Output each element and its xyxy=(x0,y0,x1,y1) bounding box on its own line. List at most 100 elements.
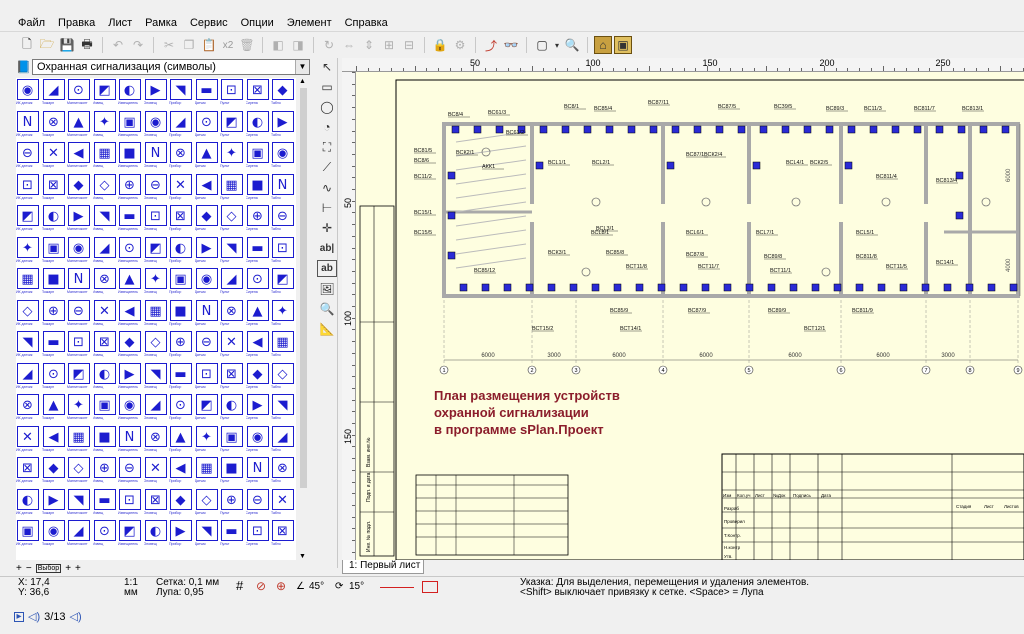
rotate-icon[interactable]: ↻ xyxy=(320,36,338,54)
symbol-item[interactable]: ⊠ Пожарн xyxy=(42,173,66,204)
symbol-item[interactable]: ◉ Извещатель xyxy=(118,393,142,424)
dimension-icon[interactable]: ⊢ xyxy=(317,199,337,216)
symbol-item[interactable]: ◇ Извещ xyxy=(93,173,117,204)
audio-icon[interactable]: ◁) xyxy=(28,610,40,623)
symbol-item[interactable]: ◩ Пульт xyxy=(220,110,244,141)
symbol-item[interactable]: ✦ Датчик xyxy=(195,425,219,456)
text-icon[interactable]: ab| xyxy=(317,240,337,257)
symbol-item[interactable]: ⊙ Прибор xyxy=(169,393,193,424)
play-icon[interactable]: ▸ xyxy=(14,611,24,622)
grid-icon[interactable]: # xyxy=(236,579,243,592)
symbol-item[interactable]: ✦ Оповещ xyxy=(144,267,168,298)
symbol-item[interactable]: ⊡ Магнитоконт xyxy=(67,330,91,361)
symbol-item[interactable]: ▦ ИК датчик xyxy=(16,267,40,298)
symbol-item[interactable]: ⊕ Пульт xyxy=(220,488,244,519)
text-frame-icon[interactable]: ab xyxy=(317,260,337,278)
symbol-item[interactable]: ▣ Сирена xyxy=(246,141,270,172)
symbol-item[interactable]: ⊗ Извещ xyxy=(93,267,117,298)
symbol-item[interactable]: ⊠ Прибор xyxy=(169,204,193,235)
symbol-item[interactable]: ◥ Табло xyxy=(271,393,295,424)
symbol-item[interactable]: ✕ Оповещ xyxy=(144,456,168,487)
rectangle-icon[interactable]: ▭ xyxy=(317,78,337,95)
symbol-item[interactable]: ◢ Магнитоконт xyxy=(67,519,91,550)
zoom-icon[interactable]: 🔍 xyxy=(563,36,581,54)
symbol-item[interactable]: N Магнитоконт xyxy=(67,267,91,298)
symbol-item[interactable]: ⊠ Табло xyxy=(271,519,295,550)
symbol-item[interactable]: ⊕ Прибор xyxy=(169,330,193,361)
symbol-item[interactable]: ◥ Датчик xyxy=(195,519,219,550)
palette-scrollbar[interactable]: ▲ ▼ xyxy=(298,78,308,560)
to-front-icon[interactable]: ◧ xyxy=(269,36,287,54)
symbol-item[interactable]: ⊕ Сирена xyxy=(246,204,270,235)
symbol-item[interactable]: ✕ Извещ xyxy=(93,299,117,330)
symbol-item[interactable]: ◆ Магнитоконт xyxy=(67,173,91,204)
symbol-item[interactable]: ⊡ Оповещ xyxy=(144,204,168,235)
symbol-item[interactable]: ◩ Магнитоконт xyxy=(67,362,91,393)
symbol-item[interactable]: N Табло xyxy=(271,173,295,204)
symbol-item[interactable]: ◆ Извещатель xyxy=(118,330,142,361)
symbol-item[interactable]: ⊙ Датчик xyxy=(195,110,219,141)
symbol-item[interactable]: ▶ Пожарн xyxy=(42,488,66,519)
symbol-item[interactable]: ▲ Прибор xyxy=(169,425,193,456)
symbol-item[interactable]: ▶ Прибор xyxy=(169,519,193,550)
select-mode-button[interactable]: Выбор xyxy=(35,563,62,573)
symbol-item[interactable]: ◐ Извещатель xyxy=(118,78,142,109)
symbol-item[interactable]: ✦ Магнитоконт xyxy=(67,393,91,424)
library-dropdown[interactable]: Охранная сигнализация (символы) ▼ xyxy=(32,58,310,75)
symbol-item[interactable]: ⊕ Извещ xyxy=(93,456,117,487)
symbol-item[interactable]: ✕ Табло xyxy=(271,488,295,519)
image-frame-icon[interactable]: ▣ xyxy=(614,36,632,54)
crosshair-icon[interactable]: ✛ xyxy=(317,220,337,237)
symbol-item[interactable]: ⊖ Датчик xyxy=(195,330,219,361)
symbol-item[interactable]: ◩ ИК датчик xyxy=(16,204,40,235)
mirror-v-icon[interactable]: ⇕ xyxy=(360,36,378,54)
pointer-icon[interactable]: ↖ xyxy=(317,58,337,75)
symbol-item[interactable]: ◩ Табло xyxy=(271,267,295,298)
symbol-item[interactable]: ◇ ИК датчик xyxy=(16,299,40,330)
arc-icon[interactable]: ◔ xyxy=(317,119,337,136)
symbol-item[interactable]: ⊙ Магнитоконт xyxy=(67,78,91,109)
symbol-item[interactable]: ◆ Прибор xyxy=(169,488,193,519)
symbol-item[interactable]: ◢ ИК датчик xyxy=(16,362,40,393)
symbol-item[interactable]: ▶ Оповещ xyxy=(144,78,168,109)
symbol-item[interactable]: ⊠ Сирена xyxy=(246,78,270,109)
symbol-item[interactable]: ■ Извещ xyxy=(93,425,117,456)
unlock-icon[interactable]: ⚙ xyxy=(451,36,469,54)
mirror-h-icon[interactable]: ⇔ xyxy=(340,36,358,54)
symbol-item[interactable]: ⊡ ИК датчик xyxy=(16,173,40,204)
symbol-item[interactable]: ▬ Датчик xyxy=(195,78,219,109)
symbol-item[interactable]: ◉ Датчик xyxy=(195,267,219,298)
symbol-item[interactable]: ◀ Извещатель xyxy=(118,299,142,330)
open-icon[interactable]: 🗁 xyxy=(38,36,56,54)
symbol-item[interactable]: ▦ Извещ xyxy=(93,141,117,172)
symbol-item[interactable]: ⊡ Извещатель xyxy=(118,488,142,519)
duplicate-button[interactable]: x2 xyxy=(220,36,236,54)
symbol-item[interactable]: ✕ Прибор xyxy=(169,173,193,204)
symbol-item[interactable]: ▶ Датчик xyxy=(195,236,219,267)
symbol-item[interactable]: ⊖ Извещатель xyxy=(118,456,142,487)
symbol-item[interactable]: ◢ Пожарн xyxy=(42,78,66,109)
symbol-item[interactable]: ⊖ Оповещ xyxy=(144,173,168,204)
symbol-item[interactable]: ⊗ Прибор xyxy=(169,141,193,172)
menu-item[interactable]: Правка xyxy=(58,17,95,29)
symbol-item[interactable]: ✦ Табло xyxy=(271,299,295,330)
symbol-item[interactable]: ◀ Магнитоконт xyxy=(67,141,91,172)
symbol-item[interactable]: ▦ Магнитоконт xyxy=(67,425,91,456)
scrollbar-thumb[interactable] xyxy=(300,88,307,488)
symbol-item[interactable]: ◐ ИК датчик xyxy=(16,488,40,519)
symbol-item[interactable]: ◥ Оповещ xyxy=(144,362,168,393)
symbol-item[interactable]: ◆ Сирена xyxy=(246,362,270,393)
symbol-item[interactable]: ◢ Оповещ xyxy=(144,393,168,424)
symbol-item[interactable]: N Датчик xyxy=(195,299,219,330)
symbol-item[interactable]: ✦ ИК датчик xyxy=(16,236,40,267)
symbol-item[interactable]: ⊠ Пульт xyxy=(220,362,244,393)
symbol-item[interactable]: ◉ ИК датчик xyxy=(16,78,40,109)
symbol-item[interactable]: ◆ Пожарн xyxy=(42,456,66,487)
symbol-item[interactable]: ◢ Прибор xyxy=(169,110,193,141)
remove-icon[interactable]: − xyxy=(26,563,32,574)
symbol-item[interactable]: ▲ Магнитоконт xyxy=(67,110,91,141)
symbol-item[interactable]: ▶ Магнитоконт xyxy=(67,204,91,235)
symbol-item[interactable]: ⊕ Извещатель xyxy=(118,173,142,204)
symbol-item[interactable]: ◀ Сирена xyxy=(246,330,270,361)
measure-icon[interactable]: 📐 xyxy=(317,321,337,338)
